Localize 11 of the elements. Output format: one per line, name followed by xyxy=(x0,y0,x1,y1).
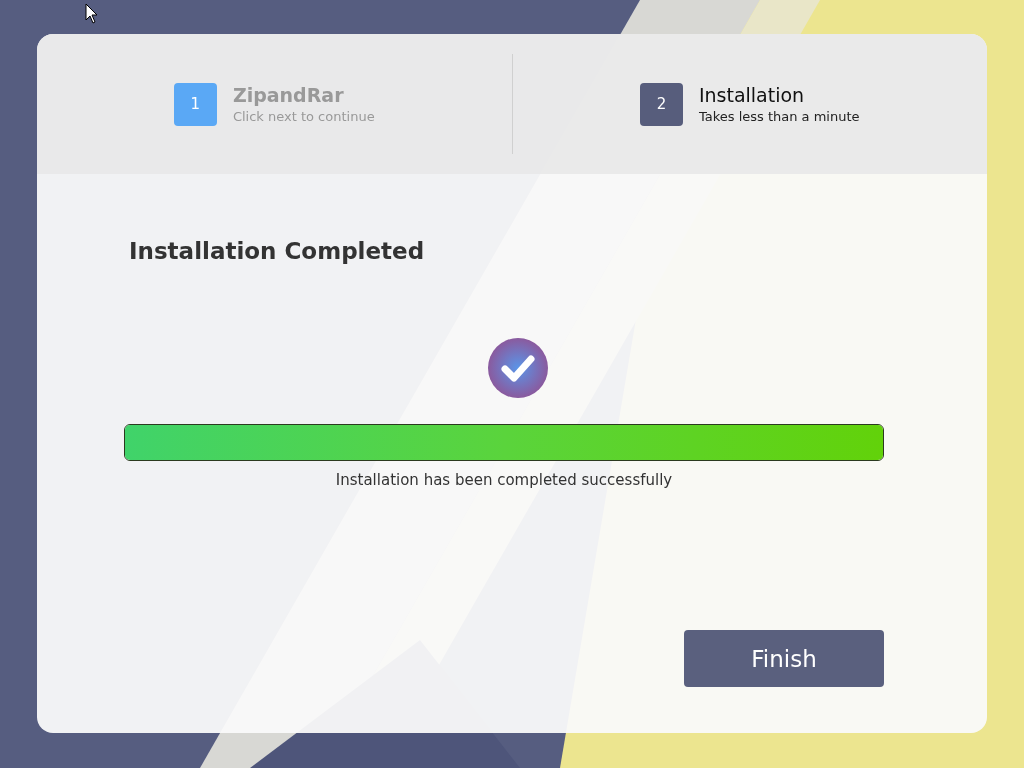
heading: Installation Completed xyxy=(129,238,425,264)
status-message: Installation has been completed successfully xyxy=(335,471,673,489)
finish-button[interactable]: Finish xyxy=(684,630,884,687)
mouse-cursor-icon xyxy=(85,3,99,25)
step-number: 1 xyxy=(173,82,217,126)
step-title: ZipandRar xyxy=(232,84,345,106)
step-subtitle: Takes less than a minute xyxy=(698,109,860,124)
step-title: Installation xyxy=(698,84,806,106)
check-icon xyxy=(488,338,548,398)
step-number: 2 xyxy=(639,82,683,126)
step-subtitle: Click next to continue xyxy=(232,109,375,124)
